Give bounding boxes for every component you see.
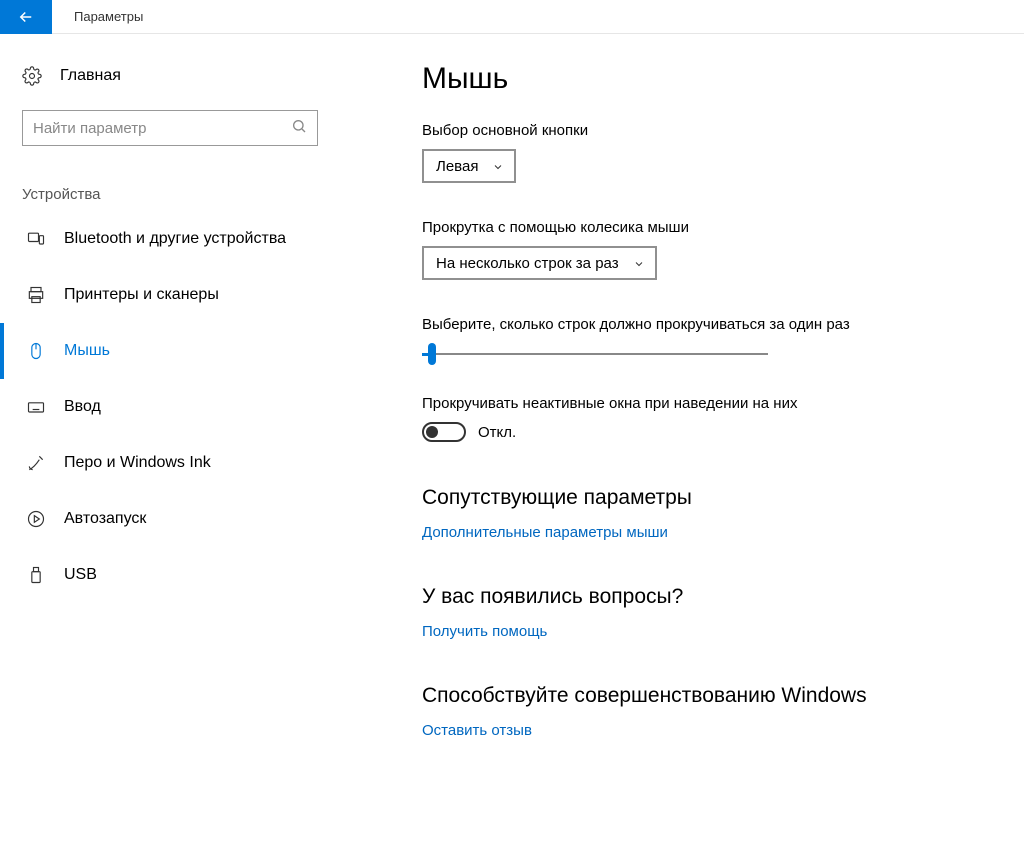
sidebar-item-pen[interactable]: Перо и Windows Ink (0, 435, 340, 491)
scroll-dropdown[interactable]: На несколько строк за раз (422, 246, 657, 280)
usb-icon (26, 565, 46, 585)
sidebar-item-label: Принтеры и сканеры (64, 286, 219, 304)
scroll-label: Прокрутка с помощью колесика мыши (422, 219, 1004, 236)
dropdown-value: На несколько строк за раз (436, 255, 619, 272)
page-title: Мышь (422, 62, 1004, 96)
autoplay-icon (26, 509, 46, 529)
sidebar-item-bluetooth[interactable]: Bluetooth и другие устройства (0, 211, 340, 267)
related-heading: Сопутствующие параметры (422, 486, 1004, 510)
sidebar-item-typing[interactable]: Ввод (0, 379, 340, 435)
sidebar-item-label: Перо и Windows Ink (64, 454, 211, 472)
keyboard-icon (26, 397, 46, 417)
devices-icon (26, 229, 46, 249)
sidebar-item-label: USB (64, 566, 97, 584)
sidebar-item-autoplay[interactable]: Автозапуск (0, 491, 340, 547)
sidebar-item-label: Ввод (64, 398, 101, 416)
lines-label: Выберите, сколько строк должно прокручив… (422, 316, 1004, 333)
search-input[interactable] (33, 120, 291, 137)
feedback-link[interactable]: Оставить отзыв (422, 722, 532, 739)
toggle-state-label: Откл. (478, 424, 516, 441)
slider-thumb[interactable] (428, 343, 436, 365)
primary-button-dropdown[interactable]: Левая (422, 149, 516, 183)
additional-mouse-link[interactable]: Дополнительные параметры мыши (422, 524, 668, 541)
sidebar-item-label: Bluetooth и другие устройства (64, 230, 286, 248)
window-title: Параметры (52, 9, 143, 24)
inactive-toggle[interactable] (422, 422, 466, 442)
sidebar-item-usb[interactable]: USB (0, 547, 340, 603)
chevron-down-icon (633, 257, 645, 269)
sidebar-section-label: Устройства (0, 146, 340, 211)
pen-icon (26, 453, 46, 473)
sidebar-home-label: Главная (60, 67, 121, 85)
lines-slider[interactable] (422, 343, 768, 365)
primary-button-label: Выбор основной кнопки (422, 122, 1004, 139)
toggle-knob (426, 426, 438, 438)
printer-icon (26, 285, 46, 305)
search-box[interactable] (22, 110, 318, 146)
sidebar-item-label: Автозапуск (64, 510, 146, 528)
gear-icon (22, 66, 42, 86)
help-heading: У вас появились вопросы? (422, 585, 1004, 609)
sidebar-item-label: Мышь (64, 342, 110, 360)
content-panel: Мышь Выбор основной кнопки Левая Прокрут… (340, 34, 1024, 866)
chevron-down-icon (492, 160, 504, 172)
back-button[interactable] (0, 0, 52, 34)
slider-track (422, 353, 768, 355)
titlebar: Параметры (0, 0, 1024, 34)
inactive-label: Прокручивать неактивные окна при наведен… (422, 395, 1004, 412)
dropdown-value: Левая (436, 158, 478, 175)
feedback-heading: Способствуйте совершенствованию Windows (422, 684, 1004, 708)
sidebar: Главная Устройства Bluetooth и другие ус… (0, 34, 340, 866)
sidebar-home[interactable]: Главная (0, 56, 340, 96)
arrow-left-icon (17, 8, 35, 26)
sidebar-item-mouse[interactable]: Мышь (0, 323, 340, 379)
get-help-link[interactable]: Получить помощь (422, 623, 547, 640)
search-icon (291, 118, 307, 138)
mouse-icon (26, 341, 46, 361)
sidebar-item-printers[interactable]: Принтеры и сканеры (0, 267, 340, 323)
